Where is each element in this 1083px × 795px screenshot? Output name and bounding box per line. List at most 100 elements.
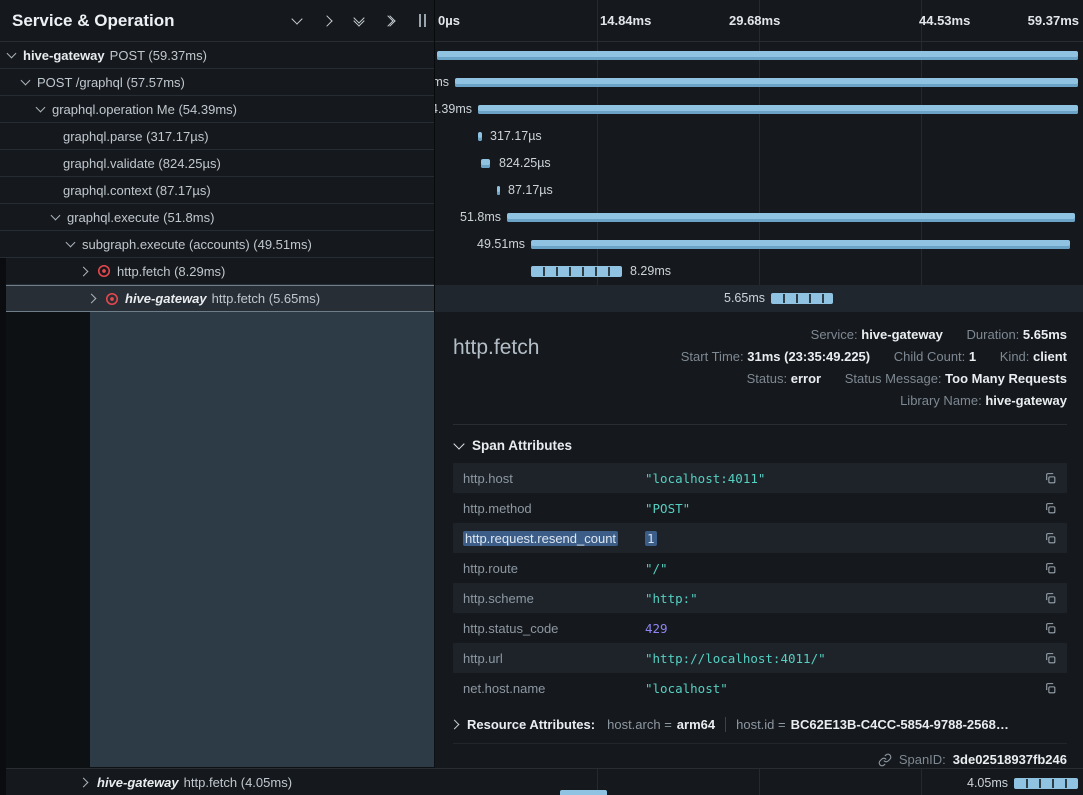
- meta-line: Service: hive-gateway Duration: 5.65ms: [681, 324, 1067, 346]
- attribute-value: "localhost": [645, 681, 728, 696]
- duration-label: 4.05ms: [967, 776, 1008, 790]
- attribute-row-highlighted: http.request.resend_count 1: [453, 523, 1067, 553]
- pane-resize-handle[interactable]: [419, 14, 426, 27]
- expand-all-icon[interactable]: [382, 13, 398, 29]
- duration-label: 824.25µs: [499, 156, 551, 170]
- timeline-row: 57.57ms: [435, 69, 1083, 96]
- span-tree-panel: Service & Operation hive-gateway POST (5…: [0, 0, 435, 795]
- span-attributes-toggle[interactable]: Span Attributes: [455, 438, 1067, 453]
- copy-icon[interactable]: [1044, 652, 1057, 665]
- chevron-right-icon[interactable]: [82, 779, 97, 786]
- chevron-down-icon[interactable]: [8, 53, 23, 57]
- span-bar[interactable]: [455, 78, 1078, 87]
- meta-label: Start Time:: [681, 349, 744, 364]
- span-bar[interactable]: [771, 293, 833, 304]
- tree-header-actions: [289, 13, 426, 29]
- chevron-down-icon[interactable]: [37, 107, 52, 111]
- span-bar[interactable]: [531, 240, 1070, 249]
- meta-value: hive-gateway: [861, 327, 943, 342]
- chevron-right-icon[interactable]: [82, 268, 97, 275]
- chevron-down-icon[interactable]: [52, 215, 67, 219]
- resource-value: arm64: [677, 717, 715, 732]
- copy-icon[interactable]: [1044, 562, 1057, 575]
- trace-viewer: Service & Operation hive-gateway POST (5…: [0, 0, 1083, 795]
- span-label: graphql.parse (317.17µs): [63, 129, 209, 144]
- collapse-all-icon[interactable]: [351, 13, 367, 29]
- link-icon[interactable]: [878, 753, 892, 767]
- attribute-value: 1: [645, 531, 657, 546]
- span-bar[interactable]: [507, 213, 1075, 222]
- expand-one-icon[interactable]: [320, 13, 336, 29]
- resource-key: host.arch =: [607, 717, 672, 732]
- chevron-down-icon[interactable]: [22, 80, 37, 84]
- tree-row-subgraph-execute[interactable]: subgraph.execute (accounts) (49.51ms): [0, 231, 434, 258]
- span-service: hive-gateway: [97, 775, 179, 790]
- tree-header: Service & Operation: [0, 0, 434, 42]
- ruler-tick: 44.53ms: [919, 13, 970, 28]
- timeline-row: 51.8ms: [435, 204, 1083, 231]
- error-icon: [97, 264, 111, 278]
- span-bar[interactable]: [497, 186, 500, 195]
- copy-icon[interactable]: [1044, 592, 1057, 605]
- span-title: http.fetch: [453, 324, 539, 360]
- resource-attributes-toggle[interactable]: Resource Attributes: host.arch = arm64 h…: [453, 717, 1067, 732]
- selected-span-region: [90, 312, 434, 767]
- attribute-key: http.scheme: [463, 591, 645, 606]
- attribute-row: http.host "localhost:4011": [453, 463, 1067, 493]
- ruler-tick: 59.37ms: [1028, 13, 1079, 28]
- collapse-one-icon[interactable]: [289, 13, 305, 29]
- span-bar[interactable]: [437, 51, 1078, 60]
- meta-value: hive-gateway: [985, 393, 1067, 408]
- meta-label: Kind:: [1000, 349, 1030, 364]
- copy-icon[interactable]: [1044, 682, 1057, 695]
- duration-label: 87.17µs: [508, 183, 553, 197]
- tree-row-graphql-context[interactable]: graphql.context (87.17µs): [0, 177, 434, 204]
- tree-row-graphql-operation[interactable]: graphql.operation Me (54.39ms): [0, 96, 434, 123]
- attribute-key: http.url: [463, 651, 645, 666]
- copy-icon[interactable]: [1044, 532, 1057, 545]
- copy-icon[interactable]: [1044, 472, 1057, 485]
- tree-row-root-post[interactable]: hive-gateway POST (59.37ms): [0, 42, 434, 69]
- attribute-row: net.host.name "localhost": [453, 673, 1067, 703]
- span-attributes-title: Span Attributes: [472, 438, 572, 453]
- tree-row-http-fetch-8ms[interactable]: http.fetch (8.29ms): [0, 258, 434, 285]
- tree-row-graphql-parse[interactable]: graphql.parse (317.17µs): [0, 123, 434, 150]
- attribute-value: "http://localhost:4011/": [645, 651, 826, 666]
- span-bar[interactable]: [478, 132, 482, 141]
- chevron-right-icon[interactable]: [90, 295, 105, 302]
- duration-label: 49.51ms: [477, 237, 525, 251]
- detail-header: http.fetch Service: hive-gateway Duratio…: [453, 324, 1067, 412]
- tree-row-post-graphql[interactable]: POST /graphql (57.57ms): [0, 69, 434, 96]
- tree-lower-area: [0, 312, 435, 768]
- attribute-key: http.status_code: [463, 621, 645, 636]
- panel-title: Service & Operation: [12, 11, 289, 31]
- meta-label: Library Name:: [900, 393, 982, 408]
- copy-icon[interactable]: [1044, 502, 1057, 515]
- tree-row-graphql-validate[interactable]: graphql.validate (824.25µs): [0, 150, 434, 177]
- attribute-value: "localhost:4011": [645, 471, 765, 486]
- tree-row-graphql-execute[interactable]: graphql.execute (51.8ms): [0, 204, 434, 231]
- duration-label: 8.29ms: [630, 264, 671, 278]
- timeline-row: 317.17µs: [435, 123, 1083, 150]
- copy-icon[interactable]: [1044, 622, 1057, 635]
- span-bar[interactable]: [481, 159, 490, 168]
- tree-row-http-fetch-selected[interactable]: hive-gateway http.fetch (5.65ms): [0, 285, 434, 312]
- meta-label: Service:: [811, 327, 858, 342]
- meta-label: Child Count:: [894, 349, 966, 364]
- span-bar[interactable]: [1014, 778, 1078, 789]
- meta-value: 1: [969, 349, 976, 364]
- attribute-row: http.route "/": [453, 553, 1067, 583]
- timeline-row: 87.17µs: [435, 177, 1083, 204]
- span-bar[interactable]: [478, 105, 1078, 114]
- attribute-value: 429: [645, 621, 668, 636]
- attribute-row: http.method "POST": [453, 493, 1067, 523]
- meta-label: Duration:: [967, 327, 1020, 342]
- span-bar[interactable]: [531, 266, 622, 277]
- duration-label: 57.57ms: [435, 75, 449, 89]
- span-label: http.fetch (4.05ms): [184, 775, 292, 790]
- chevron-down-icon[interactable]: [67, 242, 82, 246]
- tree-row-http-fetch-4ms[interactable]: hive-gateway http.fetch (4.05ms): [0, 768, 435, 795]
- meta-label: Status:: [747, 371, 787, 386]
- resource-key: host.id =: [736, 717, 786, 732]
- span-detail-panel: http.fetch Service: hive-gateway Duratio…: [435, 312, 1083, 768]
